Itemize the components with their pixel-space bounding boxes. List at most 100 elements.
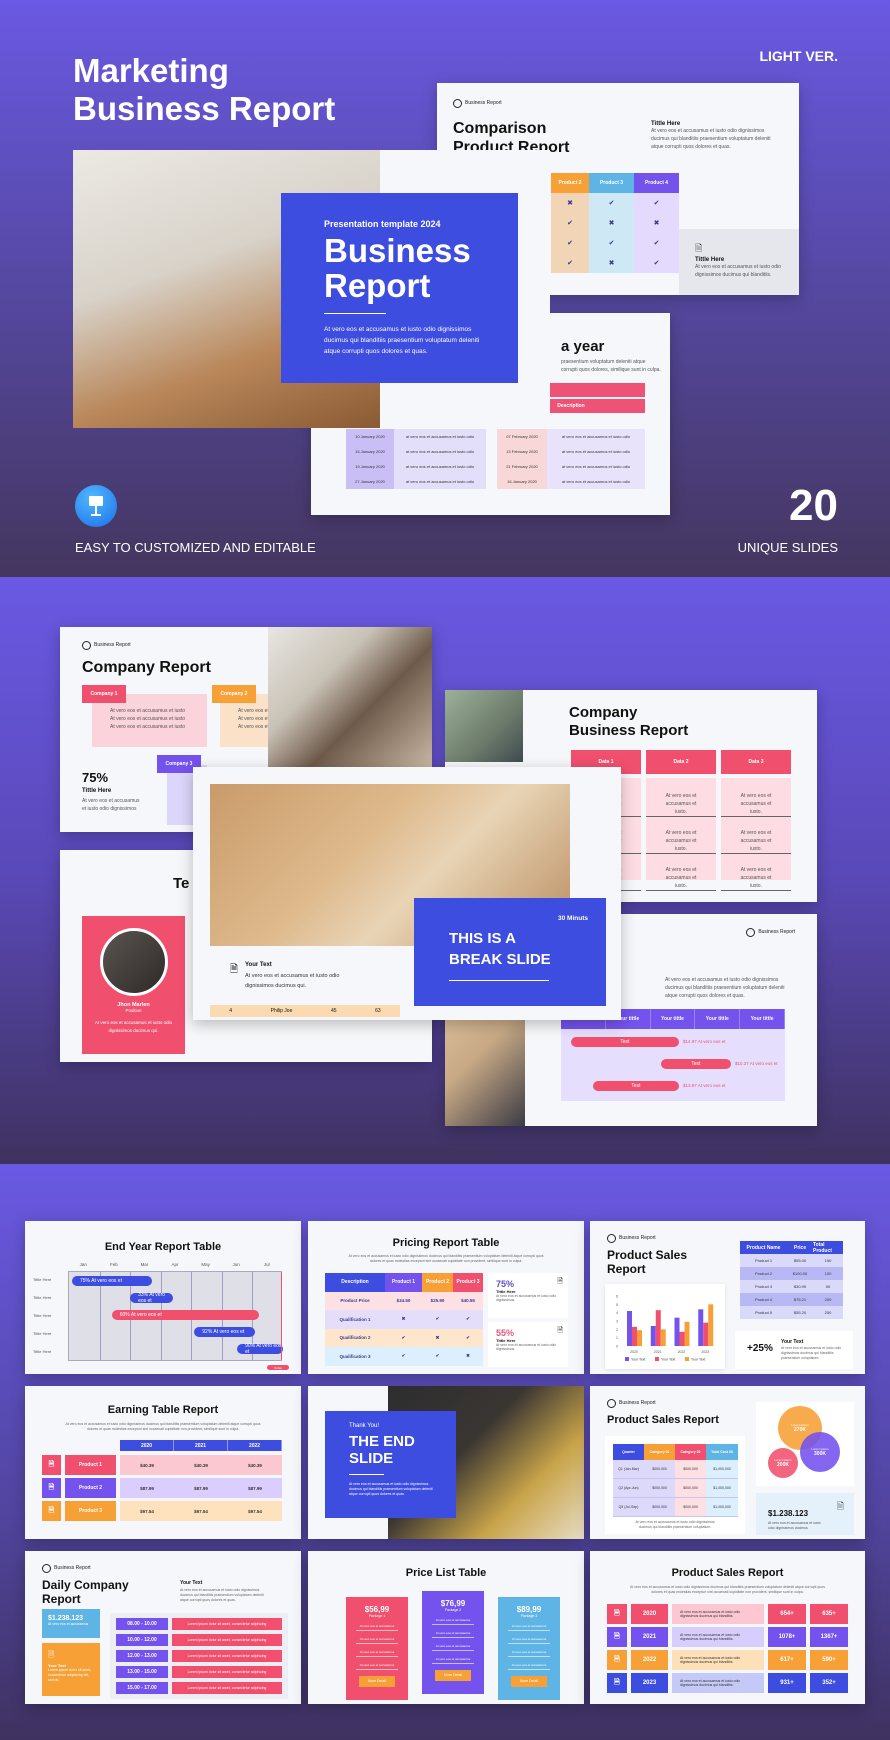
column-header: Category 01 <box>644 1444 675 1460</box>
row-icon: 🗎 <box>607 1604 627 1624</box>
plan-price: $76,99 <box>440 1599 466 1608</box>
column-header: Quarter <box>613 1444 644 1460</box>
hero-title: Marketing Business Report <box>73 52 335 128</box>
cell-text: At vero eos et accusamus et iusto. <box>721 792 791 817</box>
month-label: May <box>201 1262 210 1267</box>
product-label: Product 3 <box>65 1501 116 1521</box>
company-report-title: Company Report <box>82 659 211 676</box>
break-slide: 🗎 Your Text At vero eos et accusamus et … <box>193 767 621 1020</box>
date-cell: 15 January 2020 <box>346 444 394 459</box>
date-cell: 13 February 2020 <box>497 444 547 459</box>
company-1-bullets: At vero eos et accusamus et iusto At vero… <box>110 708 186 730</box>
table-cell: Qualification 2 <box>325 1328 385 1347</box>
column-header: Category 02 <box>675 1444 706 1460</box>
timeline-table: Your tittle Your tittle Your tittle Your ti… <box>561 1009 785 1101</box>
more-detail-button[interactable]: More Detail <box>511 1676 547 1687</box>
bar-chart: 0 1 2 3 4 5 6 2020 2021 2022 2023 Your Text Your Tex… <box>616 1295 714 1362</box>
date-cell: 07 February 2020 <box>497 429 547 444</box>
year-value-b: 1367+ <box>810 1627 848 1647</box>
document-icon: 🗎 <box>48 1650 55 1659</box>
timeline-bar: Text <box>571 1037 679 1047</box>
daily-report-slide: Business Report Daily Company Report Your… <box>25 1551 301 1704</box>
table-cell: $34.50 <box>385 1291 422 1310</box>
earning-values: $97.54 $97.54 $97.54 <box>120 1501 282 1521</box>
description-cell: at vero eos et accusamus et iusto odio <box>394 474 486 489</box>
table-cell: Q2 (Apr-Jun) <box>613 1479 644 1498</box>
growth-title: Your Text <box>781 1339 804 1345</box>
schedule-row: 08.00 - 10.00 Lorem ipsum dolor sit amet,… <box>116 1618 282 1630</box>
table-cell: 45 <box>330 1008 337 1014</box>
bar-price: $13.97 At vero eos et <box>683 1083 726 1088</box>
slide-count: 20 <box>789 481 838 530</box>
table-cell: 200 <box>813 1293 843 1306</box>
column-header: Data 3 <box>721 750 791 774</box>
team-photo <box>268 627 432 767</box>
year-description: At vero eos et accusamus et iusto odio d… <box>672 1627 764 1647</box>
venn-circle: Lorem ipsum 300K <box>800 1432 840 1472</box>
column-header: Your tittle <box>740 1009 785 1029</box>
y-tick-label: 1 <box>616 1336 618 1340</box>
cross-icon: ✖ <box>551 193 589 213</box>
column-header: Your tittle <box>651 1009 696 1029</box>
bar <box>698 1309 704 1346</box>
break-minutes: 30 Minuts <box>558 915 588 922</box>
logo-icon <box>746 928 756 937</box>
logo-icon <box>607 1399 616 1408</box>
year-row: 🗎 2023 At vero eos et accusamus et iusto o… <box>607 1673 852 1693</box>
table-cell: $000,000 <box>644 1460 675 1479</box>
team-table-row: 4 Philip Joe 45 63 <box>210 1005 400 1017</box>
time-description: Lorem ipsum dolor sit amet, consectetur … <box>172 1666 282 1678</box>
check-icon: ✔ <box>551 253 589 273</box>
time-slot: 15.00 - 17.00 <box>116 1682 168 1694</box>
keynote-icon <box>75 485 117 527</box>
earning-value: $40.39 <box>140 1462 154 1468</box>
venn-table-body: At vero eos et accusamus et iusto odio d… <box>635 1520 715 1529</box>
comparison-side-text: Tittle Here At vero eos et accusamus et … <box>651 121 771 150</box>
cross-icon: ✖ <box>589 213 634 233</box>
plan-name: Package 2 <box>444 1608 462 1612</box>
legend-swatch <box>625 1357 629 1361</box>
check-icon: ✔ <box>453 1310 483 1329</box>
venn-panel: Lorem ipsum 270K Lorem ipsum 300K Lorem ipsu… <box>756 1402 854 1486</box>
product-sales-title: Product Sales Report <box>607 1248 688 1276</box>
month-label: Jun <box>232 1262 240 1267</box>
year-value-a: 617+ <box>768 1650 806 1670</box>
plan-feature: At vero eos et accusamus <box>508 1624 550 1631</box>
schedule-row: 12.00 - 13.00 Lorem ipsum dolor sit amet,… <box>116 1650 282 1662</box>
time-description: Lorem ipsum dolor sit amet, consectetur … <box>172 1650 282 1662</box>
column-header: Product 2 <box>422 1273 453 1292</box>
x-tick-label: 2023 <box>701 1350 709 1354</box>
more-detail-button[interactable]: More Detail <box>435 1670 471 1681</box>
price-list-title: Price List Table <box>405 1567 487 1579</box>
table-cell: 250 <box>813 1306 843 1319</box>
cover-body: At vero eos et accusamus et iusto odio d… <box>324 326 480 355</box>
logo-icon <box>607 1234 616 1243</box>
daily-your-text: Your Text <box>180 1580 203 1586</box>
stat-value: 55% <box>496 1328 515 1338</box>
timeline-bar: Text <box>593 1081 679 1091</box>
price-plan-card: $76,99 Package 2 At vero eos et accusamus A… <box>422 1591 484 1694</box>
cell-text: At vero eos et accusamus et iusto. <box>721 866 791 891</box>
earning-title: Earning Table Report <box>107 1404 219 1416</box>
product-sales-chart-slide: Business Report Product Sales Report 0 1 2 3… <box>590 1221 865 1374</box>
end-slide: Thank You! THE END SLIDE At vero eos et a… <box>308 1386 584 1539</box>
profile-body: At vero eos et accusamus et iusto odio d… <box>94 1020 173 1033</box>
more-detail-button[interactable]: More Detail <box>359 1676 395 1687</box>
table-cell: $40.55 <box>453 1291 483 1310</box>
logo: Business Report <box>607 1234 656 1243</box>
document-icon: 🗎 <box>557 1327 563 1334</box>
hero-section: Marketing Business Report LIGHT VER. Bus… <box>0 0 890 577</box>
column-header: Product 3 <box>453 1273 483 1292</box>
plan-feature: At vero eos et accusamus <box>356 1637 398 1644</box>
venn-table-panel: Quarter Category 01 Category 02 Total Cost … <box>605 1436 745 1534</box>
earning-slide: Earning Table Report At vero eos et accu… <box>25 1386 301 1539</box>
logo: Business Report <box>453 99 502 108</box>
logo: Business Report <box>42 1564 91 1573</box>
y-tick-label: 3 <box>616 1320 618 1324</box>
y-tick-label: 0 <box>616 1345 618 1349</box>
table-cell: Q1 (Jan-Mar) <box>613 1460 644 1479</box>
plan-feature: At vero eos et accusamus <box>356 1663 398 1670</box>
table-cell: Product 4 <box>740 1293 787 1306</box>
cell-text: At vero eos et accusamus et iusto. <box>646 792 716 817</box>
product-table: Product Name Price Total Product Product 1 $… <box>740 1241 843 1319</box>
